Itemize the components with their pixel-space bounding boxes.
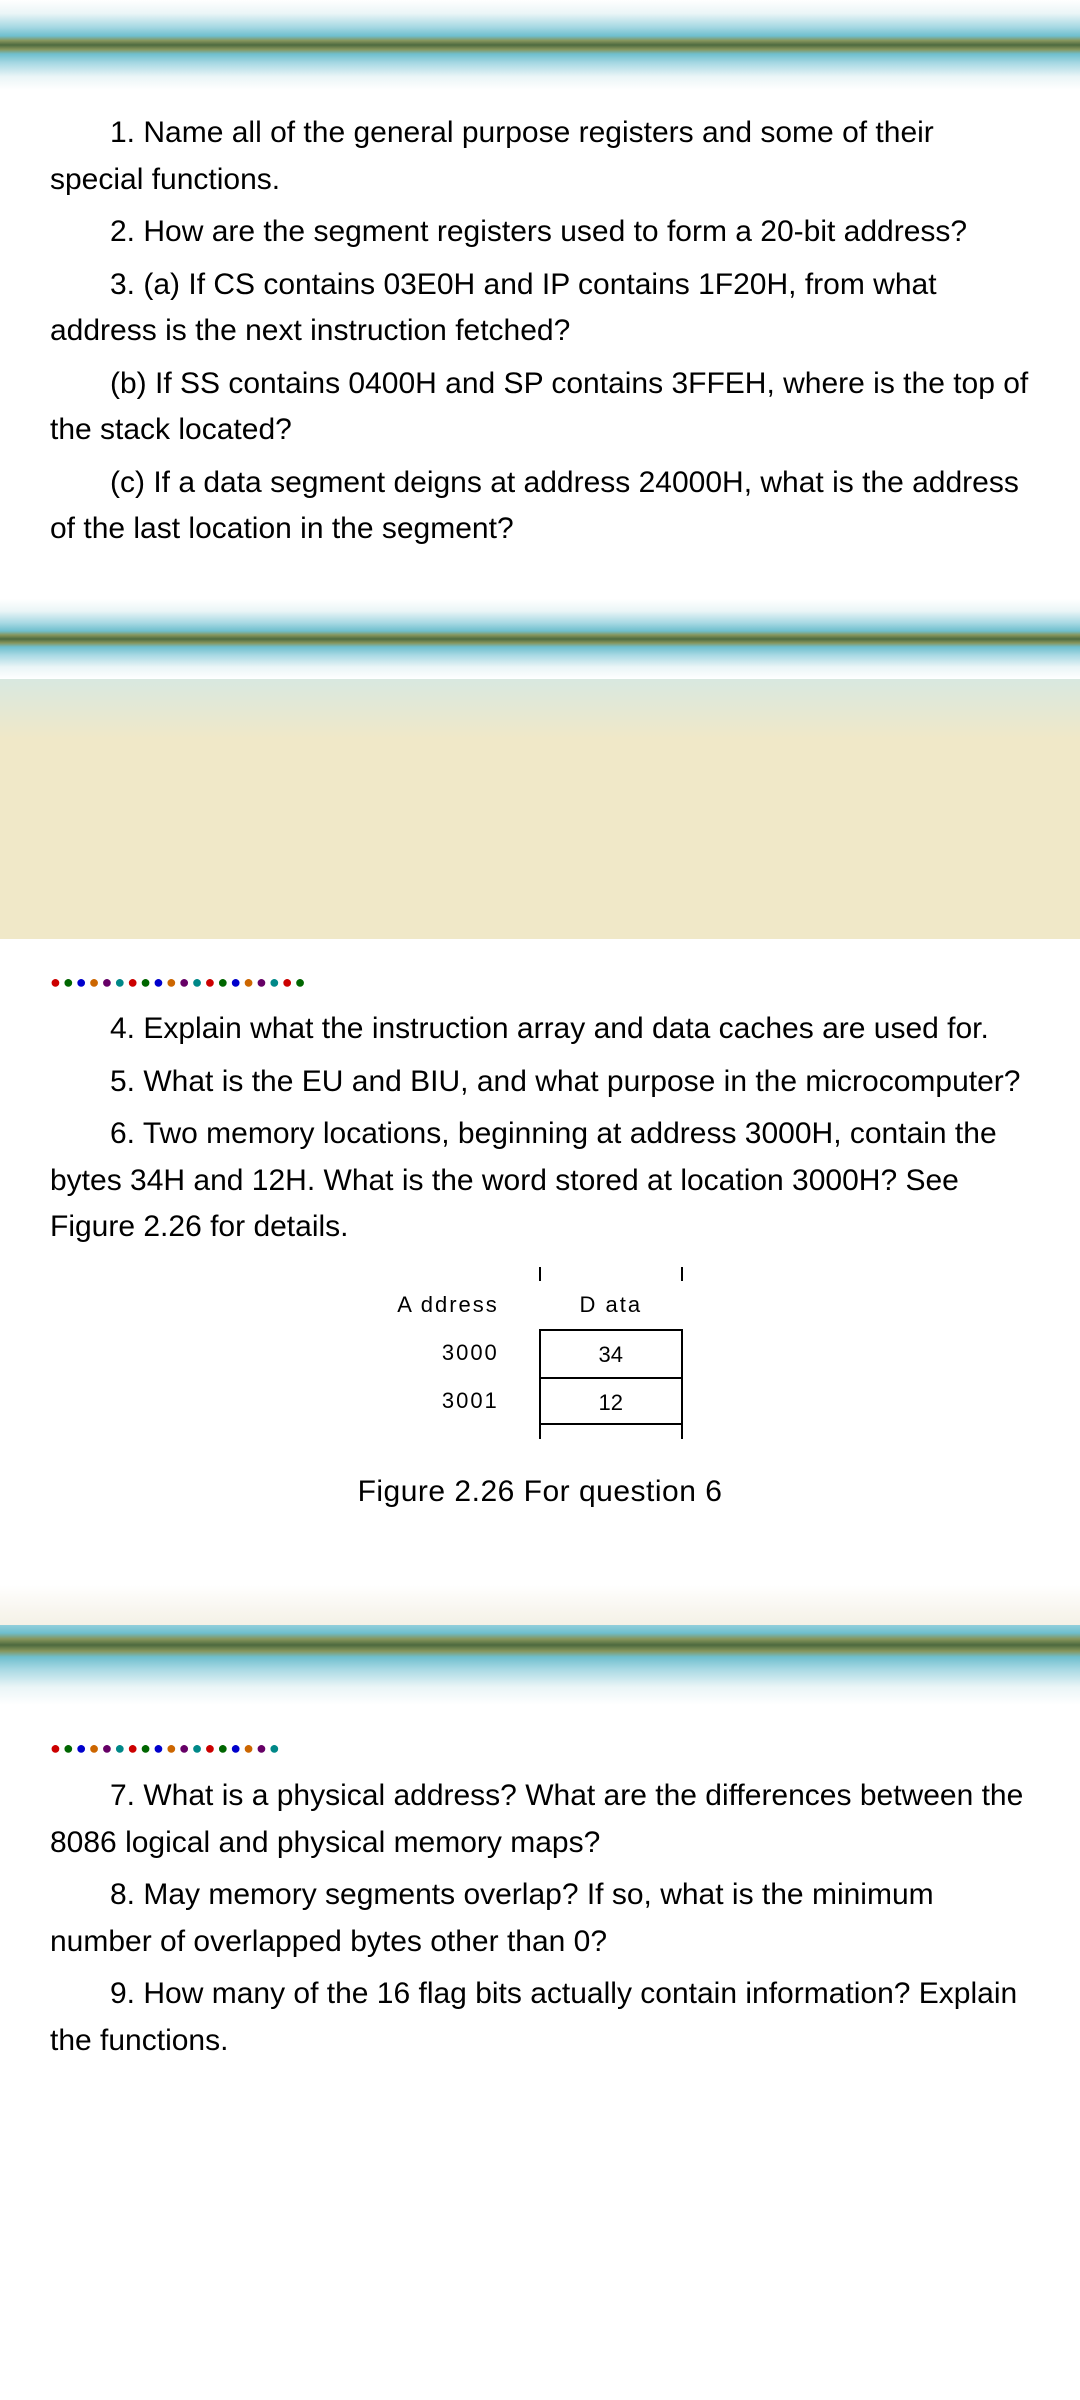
address-column: A ddress 3000 3001 bbox=[397, 1281, 499, 1425]
data-header: D ata bbox=[539, 1281, 683, 1329]
question-5: 5. What is the EU and BIU, and what purp… bbox=[50, 1059, 1030, 1106]
decorative-banner-2 bbox=[0, 1585, 1080, 1705]
decorative-banner-top bbox=[0, 0, 1080, 90]
question-6: 6. Two memory locations, beginning at ad… bbox=[50, 1111, 1030, 1251]
address-row-1: 3001 bbox=[397, 1377, 499, 1425]
decorative-dots-1: ●●●●●●●●●●●●●●●●●●●● bbox=[0, 939, 1080, 1007]
question-block-3: 7. What is a physical address? What are … bbox=[0, 1773, 1080, 2110]
question-9: 9. How many of the 16 flag bits actually… bbox=[50, 1971, 1030, 2064]
question-3c: (c) If a data segment deigns at address … bbox=[50, 460, 1030, 553]
address-header: A ddress bbox=[397, 1281, 499, 1329]
decorative-sand-block bbox=[0, 679, 1080, 939]
question-7: 7. What is a physical address? What are … bbox=[50, 1773, 1030, 1866]
question-3b: (b) If SS contains 0400H and SP contains… bbox=[50, 361, 1030, 454]
data-column: D ata 34 12 bbox=[539, 1281, 683, 1439]
data-row-0: 34 bbox=[541, 1329, 681, 1377]
address-row-0: 3000 bbox=[397, 1329, 499, 1377]
question-4: 4. Explain what the instruction array an… bbox=[50, 1006, 1030, 1053]
data-row-1: 12 bbox=[541, 1377, 681, 1425]
figure-caption: Figure 2.26 For question 6 bbox=[358, 1469, 723, 1516]
question-8: 8. May memory segments overlap? If so, w… bbox=[50, 1872, 1030, 1965]
decorative-banner-1 bbox=[0, 599, 1080, 679]
figure-2-26: A ddress 3000 3001 D ata 34 12 Figure 2.… bbox=[50, 1281, 1030, 1516]
question-3a: 3. (a) If CS contains 03E0H and IP conta… bbox=[50, 262, 1030, 355]
memory-table: A ddress 3000 3001 D ata 34 12 bbox=[397, 1281, 683, 1439]
question-block-1: 1. Name all of the general purpose regis… bbox=[0, 90, 1080, 599]
question-block-2: 4. Explain what the instruction array an… bbox=[0, 1006, 1080, 1575]
question-1: 1. Name all of the general purpose regis… bbox=[50, 110, 1030, 203]
decorative-dots-2: ●●●●●●●●●●●●●●●●●● bbox=[0, 1705, 1080, 1773]
question-2: 2. How are the segment registers used to… bbox=[50, 209, 1030, 256]
